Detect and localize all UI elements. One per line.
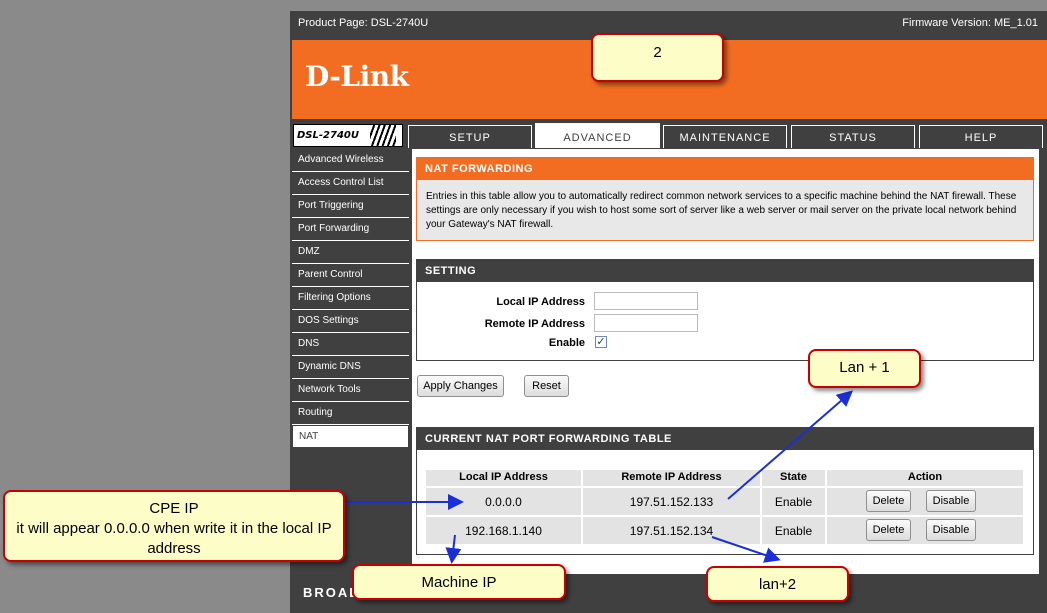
callout-cpe-ip: CPE IP it will appear 0.0.0.0 when write… <box>3 490 345 562</box>
arrow-to-lan1 <box>727 390 854 500</box>
arrow-to-machine-ip <box>445 534 462 564</box>
callout-lan-plus-1: Lan + 1 <box>808 349 921 388</box>
arrow-to-lan2 <box>711 536 781 563</box>
callout-machine-ip: Machine IP <box>352 564 566 600</box>
callout-lan-plus-2: lan+2 <box>706 566 849 602</box>
callout-2: 2 <box>591 33 724 82</box>
